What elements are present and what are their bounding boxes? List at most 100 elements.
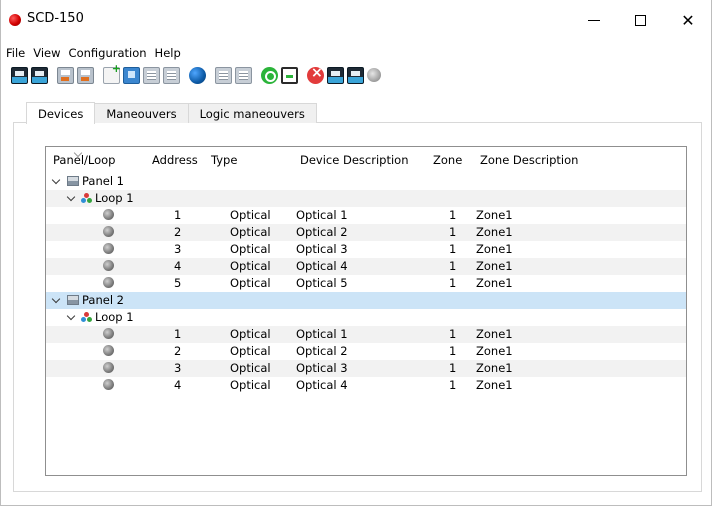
device-icon <box>103 243 114 254</box>
table-row[interactable]: 3 Optical Optical 3 1 Zone1 <box>46 241 686 258</box>
monitor-icon[interactable] <box>31 66 48 84</box>
app-logo-icon <box>9 14 21 26</box>
clipboard-icon[interactable] <box>281 66 298 84</box>
device-icon <box>103 328 114 339</box>
device-zone: 1 <box>449 344 457 358</box>
monitor-icon[interactable] <box>11 66 28 84</box>
tree-row-loop[interactable]: Loop 1 <box>46 190 686 207</box>
menu-bar: File View Configuration Help <box>1 44 184 62</box>
device-address: 5 <box>174 276 182 290</box>
table-row[interactable]: 1 Optical Optical 1 1 Zone1 <box>46 326 686 343</box>
device-zone: 1 <box>449 276 457 290</box>
device-type: Optical <box>230 242 271 256</box>
device-zone: 1 <box>449 225 457 239</box>
device-zone-description: Zone1 <box>476 344 513 358</box>
device-zone: 1 <box>449 242 457 256</box>
search-icon[interactable] <box>367 68 381 82</box>
app-window: SCD-150 ✕ File View Configuration Help +… <box>0 0 712 506</box>
maximize-button[interactable] <box>617 0 663 40</box>
tree-row-panel[interactable]: Panel 2 <box>46 292 686 309</box>
menu-configuration[interactable]: Configuration <box>64 44 150 62</box>
chevron-down-icon[interactable] <box>68 313 75 320</box>
monitor-icon[interactable] <box>347 66 364 84</box>
device-zone-description: Zone1 <box>476 259 513 273</box>
loop-label: Loop 1 <box>95 191 134 205</box>
grid-icon[interactable] <box>235 66 252 84</box>
device-tree-list[interactable]: Panel/Loop Address Type Device Descripti… <box>45 146 687 476</box>
new-document-icon[interactable] <box>103 62 121 84</box>
device-description: Optical 3 <box>296 361 348 375</box>
power-icon[interactable] <box>261 66 278 84</box>
loop-icon <box>81 193 93 204</box>
column-header-zone[interactable]: Zone <box>433 153 462 167</box>
device-type: Optical <box>230 361 271 375</box>
tree-row-panel[interactable]: Panel 1 <box>46 173 686 190</box>
globe-icon[interactable] <box>189 66 206 84</box>
device-address: 3 <box>174 242 182 256</box>
grid-icon[interactable] <box>143 66 160 84</box>
table-row[interactable]: 5 Optical Optical 5 1 Zone1 <box>46 275 686 292</box>
device-icon <box>103 345 114 356</box>
panel-label: Panel 1 <box>82 174 124 188</box>
column-header-type[interactable]: Type <box>211 153 237 167</box>
device-description: Optical 2 <box>296 225 348 239</box>
grid-icon[interactable] <box>215 66 232 84</box>
device-icon <box>103 260 114 271</box>
grid-icon[interactable] <box>163 66 180 84</box>
save-file-icon[interactable] <box>57 66 74 84</box>
tab-logic-maneouvers[interactable]: Logic maneouvers <box>187 103 317 123</box>
chevron-down-icon[interactable] <box>53 296 60 303</box>
table-row[interactable]: 3 Optical Optical 3 1 Zone1 <box>46 360 686 377</box>
column-header-address[interactable]: Address <box>152 153 198 167</box>
device-icon <box>103 379 114 390</box>
column-header-panel-loop[interactable]: Panel/Loop <box>53 153 115 167</box>
table-row[interactable]: 2 Optical Optical 2 1 Zone1 <box>46 343 686 360</box>
device-description: Optical 4 <box>296 259 348 273</box>
device-description: Optical 1 <box>296 327 348 341</box>
column-header-zone-description[interactable]: Zone Description <box>480 153 578 167</box>
device-icon <box>103 277 114 288</box>
blue-file-icon[interactable] <box>123 66 140 84</box>
minimize-button[interactable] <box>571 0 617 40</box>
maximize-icon <box>634 14 646 26</box>
table-row[interactable]: 4 Optical Optical 4 1 Zone1 <box>46 258 686 275</box>
close-icon: ✕ <box>681 10 695 30</box>
menu-view[interactable]: View <box>28 44 63 62</box>
device-zone-description: Zone1 <box>476 378 513 392</box>
device-type: Optical <box>230 225 271 239</box>
device-type: Optical <box>230 344 271 358</box>
table-row[interactable]: 4 Optical Optical 4 1 Zone1 <box>46 377 686 394</box>
tab-maneouvers[interactable]: Maneouvers <box>94 103 189 123</box>
minimize-icon <box>588 19 600 21</box>
tab-devices[interactable]: Devices <box>26 102 96 124</box>
table-row[interactable]: 1 Optical Optical 1 1 Zone1 <box>46 207 686 224</box>
panel-icon <box>67 176 79 186</box>
device-icon <box>103 209 114 220</box>
chevron-down-icon[interactable] <box>68 194 75 201</box>
device-zone: 1 <box>449 327 457 341</box>
table-row[interactable]: 2 Optical Optical 2 1 Zone1 <box>46 224 686 241</box>
column-header-device-description[interactable]: Device Description <box>300 153 408 167</box>
device-type: Optical <box>230 276 271 290</box>
monitor-icon[interactable] <box>327 66 344 84</box>
device-address: 4 <box>174 259 182 273</box>
device-description: Optical 2 <box>296 344 348 358</box>
save-file-icon[interactable] <box>77 66 94 84</box>
list-header: Panel/Loop Address Type Device Descripti… <box>46 147 686 173</box>
device-address: 3 <box>174 361 182 375</box>
device-type: Optical <box>230 208 271 222</box>
menu-help[interactable]: Help <box>150 44 184 62</box>
device-type: Optical <box>230 327 271 341</box>
menu-file[interactable]: File <box>1 44 28 62</box>
close-button[interactable]: ✕ <box>665 0 711 40</box>
chevron-down-icon[interactable] <box>53 177 60 184</box>
stop-icon[interactable] <box>307 65 324 84</box>
tree-row-loop[interactable]: Loop 1 <box>46 309 686 326</box>
window-title: SCD-150 <box>27 11 84 26</box>
device-address: 2 <box>174 225 182 239</box>
device-zone: 1 <box>449 259 457 273</box>
title-bar: SCD-150 ✕ <box>1 0 711 40</box>
device-icon <box>103 362 114 373</box>
device-description: Optical 5 <box>296 276 348 290</box>
loop-label: Loop 1 <box>95 310 134 324</box>
